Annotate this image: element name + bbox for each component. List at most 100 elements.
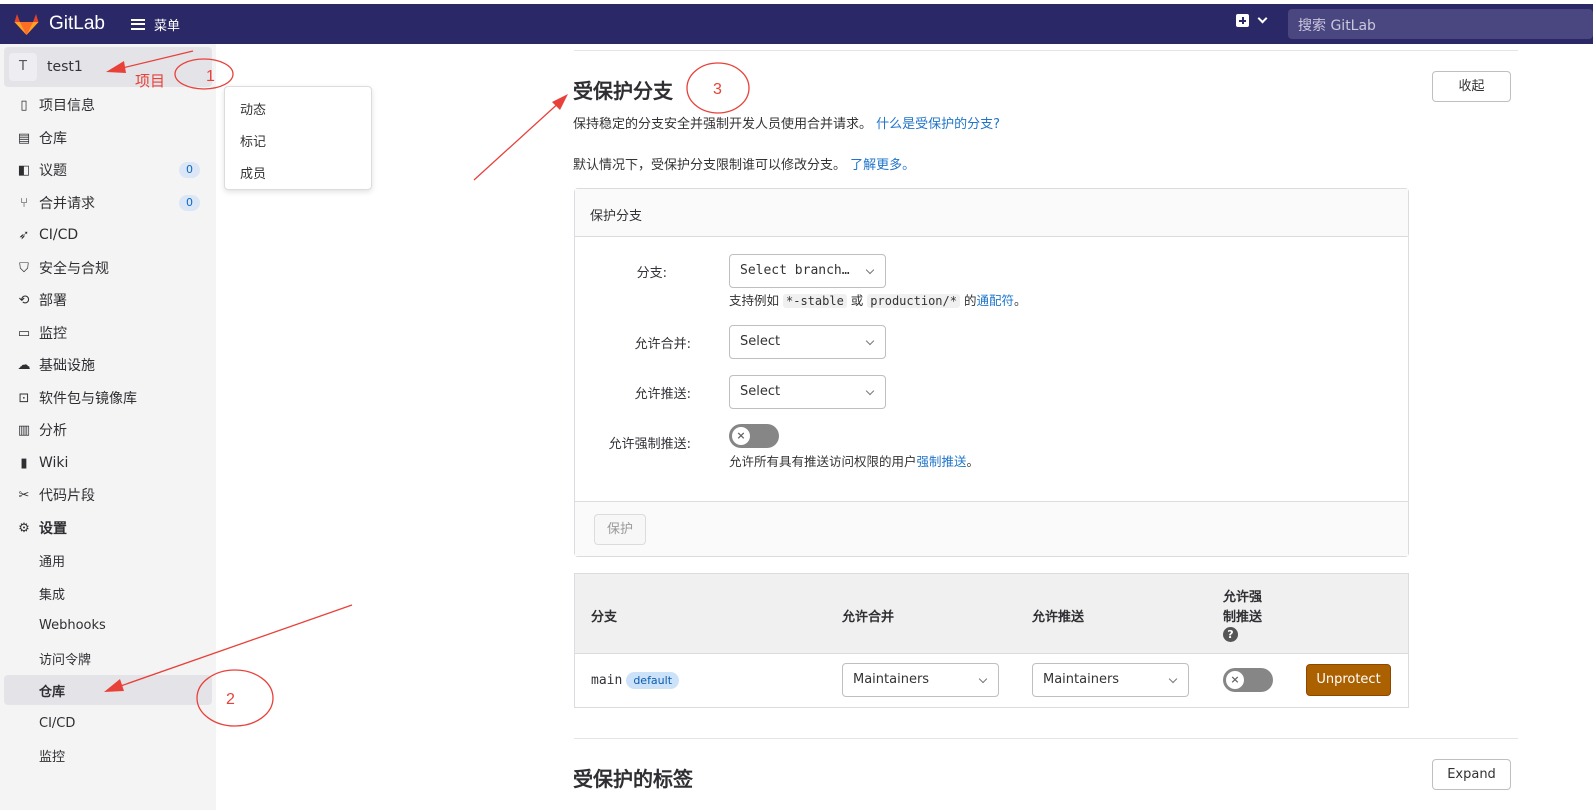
column-header-merge: 允许合并 (842, 610, 895, 625)
protect-branch-form: 保护分支 分支: Select branch… 支持例如 *-stable 或 … (574, 188, 1409, 557)
force-push-toggle[interactable]: × (1223, 668, 1273, 692)
sidebar-item-project-info[interactable]: ▯ 项目信息 (0, 90, 212, 120)
sidebar-item-security[interactable]: ⛉ 安全与合规 (0, 253, 212, 283)
allowed-to-push-select[interactable]: Select (729, 375, 886, 409)
unprotect-button[interactable]: Unprotect (1306, 664, 1391, 696)
sidebar-item-label: 合并请求 (39, 196, 95, 212)
sidebar-item-wiki[interactable]: ▮ Wiki (0, 448, 212, 478)
package-icon: ⊡ (18, 390, 30, 406)
push-access-select[interactable]: Maintainers (1032, 663, 1189, 697)
sidebar-item-label: 项目信息 (39, 98, 95, 114)
help-text: 或 (850, 293, 864, 308)
flyout-item-members[interactable]: 成员 (240, 163, 266, 182)
hamburger-icon (130, 18, 145, 30)
question-icon[interactable]: ? (1223, 627, 1238, 642)
column-header-force-push-line1: 允许强 (1223, 590, 1263, 605)
annotation-label-2: 2 (226, 691, 235, 708)
help-text: 的 (963, 293, 977, 308)
help-text: 支持例如 (729, 293, 780, 308)
branch-name: main (591, 673, 623, 688)
settings-sub-general[interactable]: 通用 (0, 545, 212, 575)
form-header: 保护分支 (575, 189, 1408, 237)
gear-icon: ⚙ (18, 520, 30, 536)
sidebar-item-repository[interactable]: ▤ 仓库 (0, 123, 212, 153)
chevron-down-icon (1257, 13, 1268, 24)
allowed-to-merge-label: 允许合并: (634, 337, 691, 352)
chevron-down-icon (865, 265, 875, 275)
gitlab-logo[interactable]: GitLab (14, 13, 105, 36)
sidebar: T test1 ▯ 项目信息 ▤ 仓库 ◧ 议题 0 ⑂ 合并请求 0 ➶ CI… (0, 44, 216, 810)
merge-access-select[interactable]: Maintainers (842, 663, 999, 697)
settings-sub-cicd[interactable]: CI/CD (0, 708, 212, 738)
sidebar-item-label: 基础设施 (39, 358, 95, 374)
push-select-value: Select (740, 384, 781, 399)
snippet-icon: ✂ (18, 487, 30, 503)
sidebar-item-merge-requests[interactable]: ⑂ 合并请求 0 (0, 188, 212, 218)
column-header-push: 允许推送 (1032, 610, 1085, 625)
help-text: 。 (966, 454, 980, 469)
expand-button[interactable]: Expand (1432, 759, 1511, 790)
allowed-to-push-label: 允许推送: (634, 387, 691, 402)
wildcards-link[interactable]: 通配符 (976, 293, 1014, 308)
collapse-button[interactable]: 收起 (1432, 71, 1511, 102)
annotation-arrow-3 (473, 99, 563, 181)
section-divider (574, 50, 1518, 51)
main-menu-button[interactable]: 菜单 (130, 15, 180, 34)
chevron-down-icon (1168, 674, 1178, 684)
sidebar-item-issues[interactable]: ◧ 议题 0 (0, 155, 212, 185)
default-note-text: 默认情况下，受保护分支限制谁可以修改分支。 (573, 158, 847, 173)
sidebar-item-label: 监控 (39, 326, 67, 342)
branch-help: 支持例如 *-stable 或 production/* 的通配符。 (729, 290, 1027, 309)
count-badge: 0 (179, 195, 200, 211)
default-note: 默认情况下，受保护分支限制谁可以修改分支。 了解更多。 (573, 154, 915, 173)
merge-request-icon: ⑂ (20, 195, 28, 211)
cloud-icon: ☁ (17, 357, 31, 373)
sidebar-item-snippets[interactable]: ✂ 代码片段 (0, 480, 212, 510)
sidebar-project-header[interactable]: T test1 (4, 47, 212, 87)
issues-icon: ◧ (17, 162, 31, 178)
protect-button[interactable]: 保护 (594, 514, 646, 545)
book-icon: ▮ (20, 455, 28, 471)
sidebar-item-cicd[interactable]: ➶ CI/CD (0, 220, 212, 250)
settings-sub-integrations[interactable]: 集成 (0, 578, 212, 608)
allow-force-push-toggle[interactable]: × (729, 424, 779, 448)
project-info-icon: ▯ (20, 97, 28, 113)
learn-more-link[interactable]: 了解更多。 (850, 158, 915, 173)
flyout-item-activity[interactable]: 动态 (240, 99, 266, 118)
sidebar-item-label: 仓库 (39, 131, 67, 147)
chevron-down-icon (865, 386, 875, 396)
default-badge: default (626, 672, 680, 689)
branch-select[interactable]: Select branch… (729, 254, 886, 288)
sidebar-item-infrastructure[interactable]: ☁ 基础设施 (0, 350, 212, 380)
project-avatar: T (9, 53, 37, 81)
section-description: 保持稳定的分支安全并强制开发人员使用合并请求。 什么是受保护的分支? (573, 113, 1000, 132)
sidebar-item-label: 分析 (39, 423, 67, 439)
settings-sub-repository[interactable]: 仓库 (4, 675, 212, 705)
search-input[interactable]: 搜索 GitLab (1288, 9, 1593, 39)
column-header-branch: 分支 (591, 610, 618, 625)
sidebar-item-deployments[interactable]: ⟲ 部署 (0, 285, 212, 315)
column-header-force-push-line2: 制推送 (1223, 610, 1263, 625)
form-footer: 保护 (575, 501, 1408, 556)
what-are-protected-branches-link[interactable]: 什么是受保护的分支? (876, 117, 1000, 132)
help-text: 。 (1014, 293, 1027, 308)
sidebar-item-settings[interactable]: ⚙ 设置 (0, 513, 212, 543)
force-push-link[interactable]: 强制推送 (917, 454, 967, 469)
sidebar-item-analytics[interactable]: ▥ 分析 (0, 415, 212, 445)
branch-label: 分支: (636, 266, 667, 281)
merge-select-value: Select (740, 334, 781, 349)
sidebar-item-monitor[interactable]: ▭ 监控 (0, 318, 212, 348)
settings-sub-access-tokens[interactable]: 访问令牌 (0, 643, 212, 673)
help-text: 允许所有具有推送访问权限的用户 (729, 454, 917, 469)
settings-sub-monitor[interactable]: 监控 (0, 740, 212, 770)
sidebar-item-label: Wiki (39, 455, 69, 471)
flyout-item-labels[interactable]: 标记 (240, 131, 266, 150)
settings-sub-webhooks[interactable]: Webhooks (0, 610, 212, 640)
top-navbar: GitLab 菜单 搜索 GitLab (0, 4, 1593, 44)
merge-access-value: Maintainers (853, 672, 930, 687)
sidebar-item-packages[interactable]: ⊡ 软件包与镜像库 (0, 383, 212, 413)
sidebar-item-label: 部署 (39, 293, 67, 309)
new-item-dropdown[interactable] (1236, 13, 1268, 27)
allowed-to-merge-select[interactable]: Select (729, 325, 886, 359)
annotation-arrowhead-3 (552, 94, 568, 110)
